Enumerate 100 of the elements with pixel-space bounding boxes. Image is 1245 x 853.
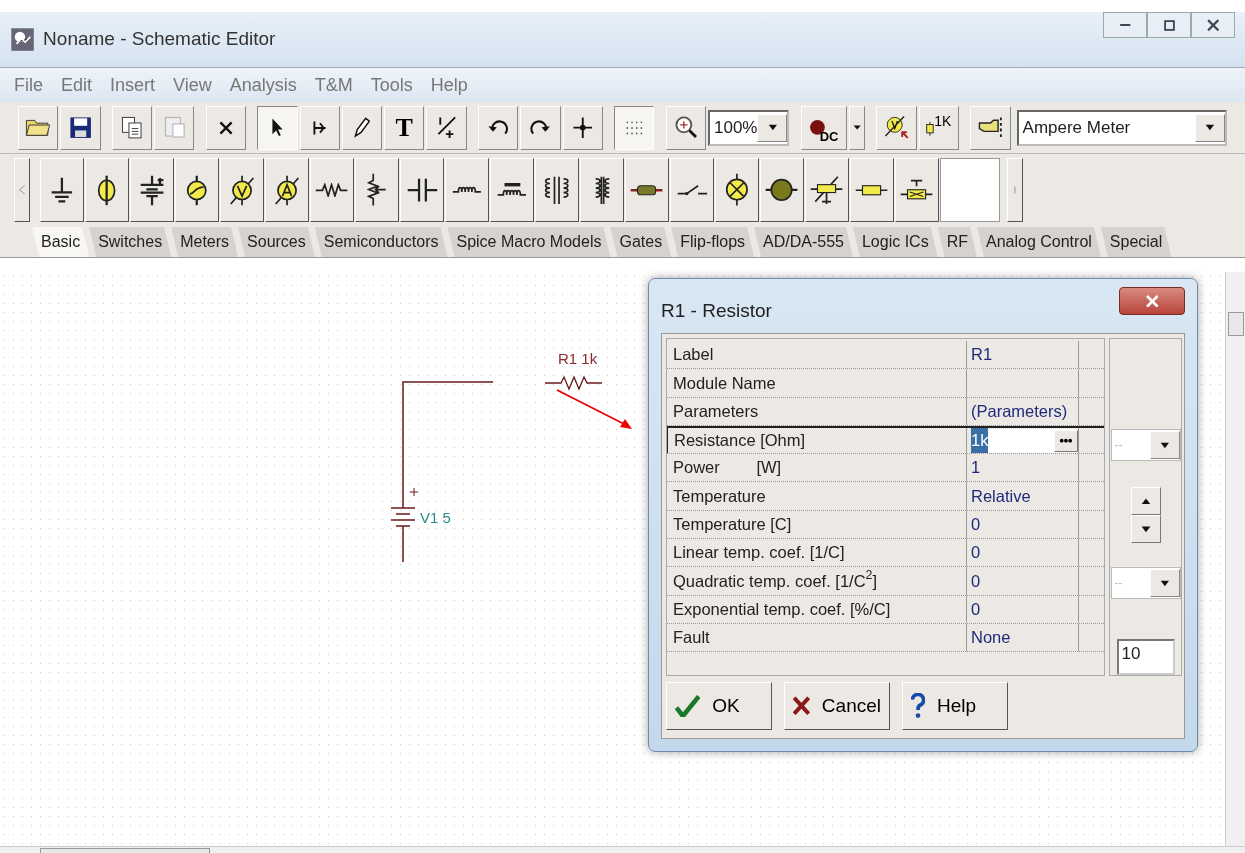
menu-item[interactable]: Insert: [110, 71, 156, 99]
menu-item[interactable]: Help: [430, 71, 468, 99]
menu-item[interactable]: Analysis: [229, 71, 297, 99]
component-button[interactable]: [850, 158, 894, 222]
property-row[interactable]: Label R1: [667, 341, 1105, 370]
component-button[interactable]: [265, 158, 309, 222]
component-icon: [899, 179, 935, 201]
select-button[interactable]: [257, 105, 298, 150]
probe-button[interactable]: [876, 105, 917, 150]
component-button[interactable]: [805, 158, 849, 222]
property-row[interactable]: Fault None: [667, 623, 1105, 653]
category-tab[interactable]: Special: [1100, 227, 1172, 257]
property-row[interactable]: Power [W] 1: [667, 454, 1105, 483]
step-field[interactable]: 10: [1116, 639, 1175, 675]
paste-button[interactable]: [154, 105, 195, 150]
component-button[interactable]: [85, 158, 129, 222]
property-row[interactable]: Parameters (Parameters): [667, 397, 1105, 426]
vertical-scrollbar[interactable]: [1225, 272, 1245, 846]
help-button[interactable]: Help: [902, 682, 1008, 730]
category-tab[interactable]: Gates: [610, 227, 672, 257]
component-button[interactable]: [130, 158, 174, 222]
scroll-right-button[interactable]: [1007, 158, 1023, 222]
menu-item[interactable]: T&M: [314, 71, 353, 99]
spin-up-button[interactable]: [1130, 487, 1161, 515]
property-label: Linear temp. coef. [1/C]: [667, 539, 967, 567]
zoom-dropdown[interactable]: 100%: [708, 109, 790, 146]
property-row[interactable]: Linear temp. coef. [1/C] 0: [667, 539, 1105, 568]
thermistor-icon: [809, 174, 845, 206]
menu-item[interactable]: View: [173, 71, 212, 99]
component-button[interactable]: [535, 158, 579, 222]
component-button[interactable]: [40, 158, 84, 222]
dialog-title: R1 - Resistor: [661, 299, 772, 323]
redo-button[interactable]: [520, 105, 561, 150]
category-tab[interactable]: Meters: [171, 227, 239, 257]
component-button[interactable]: [490, 158, 534, 222]
category-tab[interactable]: Semiconductors: [314, 227, 448, 257]
maximize-button[interactable]: [1147, 12, 1191, 38]
window-title: Noname - Schematic Editor: [43, 27, 276, 52]
resistor-icon: [314, 182, 350, 198]
ac-source-icon: [186, 173, 208, 207]
property-label: Label: [667, 341, 967, 369]
value-button[interactable]: 1K: [918, 105, 959, 150]
category-tab[interactable]: Flip-flops: [671, 227, 755, 257]
coupled-inductors-icon: [544, 174, 570, 206]
zoom-button[interactable]: [665, 105, 706, 150]
menu-item[interactable]: Tools: [370, 71, 413, 99]
category-tab[interactable]: Switches: [89, 227, 172, 257]
browse-button[interactable]: [1054, 429, 1078, 452]
property-value: (Parameters): [967, 397, 1079, 425]
angle-button[interactable]: [426, 105, 467, 150]
component-button[interactable]: [400, 158, 444, 222]
close-button[interactable]: [1119, 287, 1185, 315]
value-field[interactable]: 1k: [971, 428, 1078, 453]
undo-button[interactable]: [478, 105, 519, 150]
open-button[interactable]: [18, 105, 59, 150]
category-tab[interactable]: Logic ICs: [852, 227, 938, 257]
down-arrow-icon: [1140, 525, 1151, 533]
component-button[interactable]: [580, 158, 624, 222]
save-button[interactable]: [60, 105, 101, 150]
category-tab[interactable]: Spice Macro Models: [447, 227, 611, 257]
text-tool-button[interactable]: T: [384, 105, 425, 150]
component-button[interactable]: [355, 158, 399, 222]
close-button[interactable]: [1191, 12, 1235, 38]
source-button[interactable]: DC: [800, 105, 847, 150]
component-button[interactable]: [895, 158, 939, 222]
category-tab[interactable]: Basic: [32, 227, 90, 257]
spin-down-button[interactable]: [1130, 515, 1161, 543]
category-tab[interactable]: RF: [937, 227, 977, 257]
delete-button[interactable]: [205, 105, 246, 150]
cancel-button[interactable]: Cancel: [784, 682, 890, 730]
property-row[interactable]: Module Name: [667, 369, 1105, 398]
property-row[interactable]: Temperature Relative: [667, 482, 1105, 511]
grid-button[interactable]: [614, 105, 655, 150]
property-row[interactable]: Quadratic temp. coef. [1/C$^{2}$] 0: [667, 567, 1105, 596]
pointer-tool-button[interactable]: [970, 105, 1011, 150]
dropdown-button[interactable]: [848, 105, 866, 150]
category-tab[interactable]: Analog Control: [977, 227, 1101, 257]
component-button[interactable]: [670, 158, 714, 222]
menu-item[interactable]: Edit: [61, 71, 93, 99]
menu-item[interactable]: File: [14, 71, 43, 99]
category-tab[interactable]: AD/DA-555: [754, 227, 853, 257]
component-button[interactable]: [445, 158, 489, 222]
component-button[interactable]: [310, 158, 354, 222]
pen-button[interactable]: [341, 105, 383, 150]
property-row[interactable]: Exponential temp. coef. [%/C] 0: [667, 595, 1105, 624]
component-button[interactable]: [220, 158, 264, 222]
component-dropdown[interactable]: Ampere Meter: [1016, 109, 1227, 146]
junction-button[interactable]: [562, 105, 603, 150]
property-row[interactable]: Resistance [Ohm] 1k: [667, 425, 1105, 455]
ok-button[interactable]: OK: [666, 682, 772, 730]
question-icon: [911, 692, 925, 720]
category-tab[interactable]: Sources: [238, 227, 315, 257]
wire-button[interactable]: [299, 105, 340, 150]
component-button[interactable]: [760, 158, 804, 222]
property-row[interactable]: Temperature [C] 0: [667, 510, 1105, 540]
component-button[interactable]: [715, 158, 759, 222]
component-button[interactable]: [625, 158, 669, 222]
copy-button[interactable]: [111, 105, 153, 150]
scroll-left-button[interactable]: [14, 158, 30, 222]
component-button[interactable]: [175, 158, 219, 222]
